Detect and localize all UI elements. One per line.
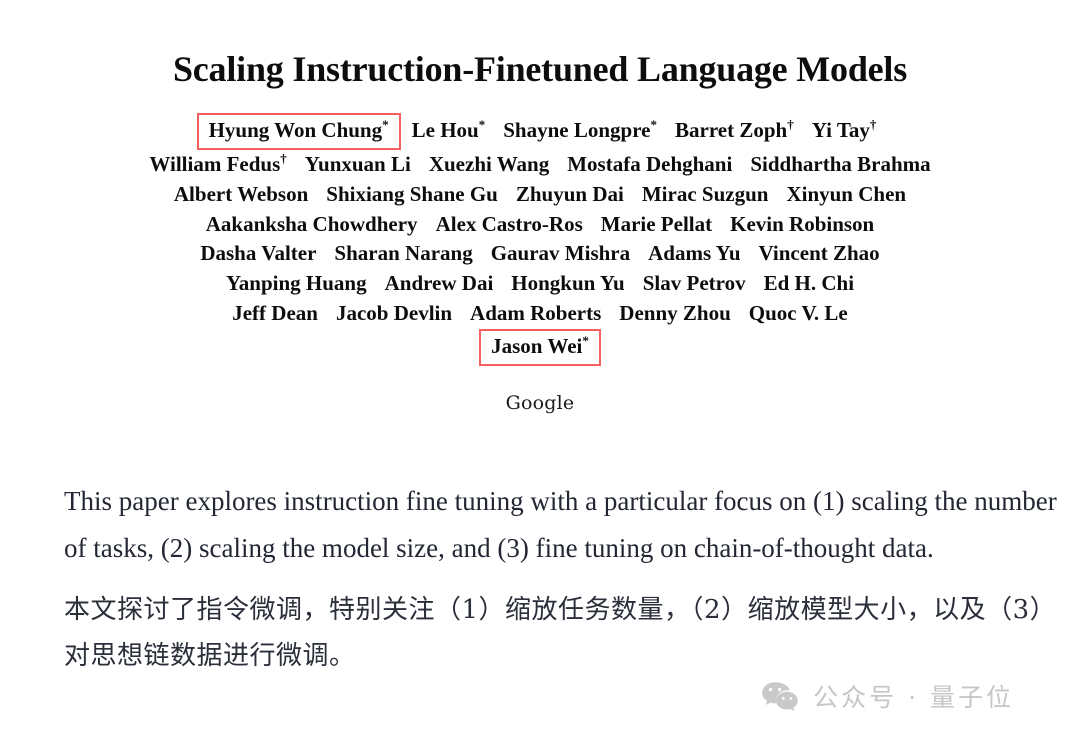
author-name: Yunxuan Li <box>304 152 411 176</box>
abstract-paragraph-english: This paper explores instruction fine tun… <box>64 486 1057 563</box>
author-name-highlighted: Jason Wei* <box>479 328 601 366</box>
author-line: Dasha Valter Sharan Narang Gaurav Mishra Ad… <box>0 239 1080 269</box>
author-name: Alex Castro-Ros <box>435 211 583 236</box>
author-line: Jason Wei* <box>0 328 1080 366</box>
author-footnote-marker: * <box>382 117 389 133</box>
watermark: 公众号 · 量子位 <box>761 678 1014 714</box>
author-footnote-marker: * <box>582 332 589 348</box>
author-name: Adam Roberts <box>470 301 602 326</box>
author-name: Xinyun Chen <box>786 181 907 206</box>
author-name: Mostafa Dehghani <box>567 152 733 176</box>
author-name: Jeff Dean <box>232 301 318 326</box>
author-footnote-marker: * <box>650 117 658 133</box>
author-name: Aakanksha Chowdhery <box>205 211 418 236</box>
paper-page: Scaling Instruction-Finetuned Language M… <box>0 0 1080 740</box>
author-name: Albert Webson <box>173 181 309 206</box>
author-name-highlighted: Hyung Won Chung* <box>196 113 401 150</box>
author-name: Ed H. Chi <box>763 271 855 296</box>
author-line: William Fedus† Yunxuan Li Xuezhi Wang Mosta… <box>0 150 1080 180</box>
affiliation-label: Google <box>505 391 575 414</box>
author-line: Albert Webson Shixiang Shane Gu Zhuyun Dai… <box>0 180 1080 210</box>
author-name: Yanping Huang <box>225 271 367 296</box>
author-name: Quoc V. Le <box>748 301 848 326</box>
author-line: Aakanksha Chowdhery Alex Castro-Ros Marie … <box>0 210 1080 240</box>
author-name: Dasha Valter <box>200 241 317 266</box>
author-name: Hongkun Yu <box>511 271 625 296</box>
watermark-label: 公众号 · 量子位 <box>813 683 1014 712</box>
author-block: Hyung Won Chung* Le Hou* Shayne Longpre* Ba… <box>0 113 1080 366</box>
author-footnote-marker: † <box>280 151 287 166</box>
author-name: Denny Zhou <box>619 301 731 326</box>
wechat-icon <box>761 681 799 711</box>
author-name: Xuezhi Wang <box>428 152 550 176</box>
page-title: Scaling Instruction-Finetuned Language M… <box>172 49 908 89</box>
author-footnote-marker: * <box>478 117 486 133</box>
author-name: Vincent Zhao <box>758 241 880 266</box>
author-name: Barret Zoph† <box>675 117 794 143</box>
author-footnote-marker: † <box>787 117 794 133</box>
author-footnote-marker: † <box>869 117 877 133</box>
author-name: Gaurav Mishra <box>490 241 631 266</box>
author-name: Shayne Longpre* <box>503 117 658 143</box>
author-name: Mirac Suzgun <box>641 181 769 206</box>
author-name: Kevin Robinson <box>730 211 875 236</box>
author-line: Yanping Huang Andrew Dai Hongkun Yu Slav Pe… <box>0 269 1080 299</box>
author-line: Jeff Dean Jacob Devlin Adam Roberts Denny Z… <box>0 299 1080 329</box>
author-name: Slav Petrov <box>642 271 746 296</box>
author-name: Shixiang Shane Gu <box>326 181 498 206</box>
abstract-paragraph-chinese: 本文探讨了指令微调，特别关注（1）缩放任务数量，（2）缩放模型大小，以及（3）对… <box>64 595 1057 671</box>
author-name: Jacob Devlin <box>335 301 453 326</box>
author-line: Hyung Won Chung* Le Hou* Shayne Longpre* Ba… <box>0 113 1080 150</box>
author-name: Marie Pellat <box>600 211 713 236</box>
author-name: Le Hou* <box>411 117 486 143</box>
author-name: Sharan Narang <box>334 241 473 266</box>
author-name: Yi Tay† <box>811 117 877 143</box>
author-name: Adams Yu <box>648 241 741 266</box>
author-name: Siddhartha Brahma <box>750 152 931 176</box>
author-name: Andrew Dai <box>384 271 494 296</box>
abstract-body: This paper explores instruction fine tun… <box>64 478 1058 679</box>
author-name: William Fedus† <box>149 151 287 176</box>
author-name: Zhuyun Dai <box>515 181 624 206</box>
